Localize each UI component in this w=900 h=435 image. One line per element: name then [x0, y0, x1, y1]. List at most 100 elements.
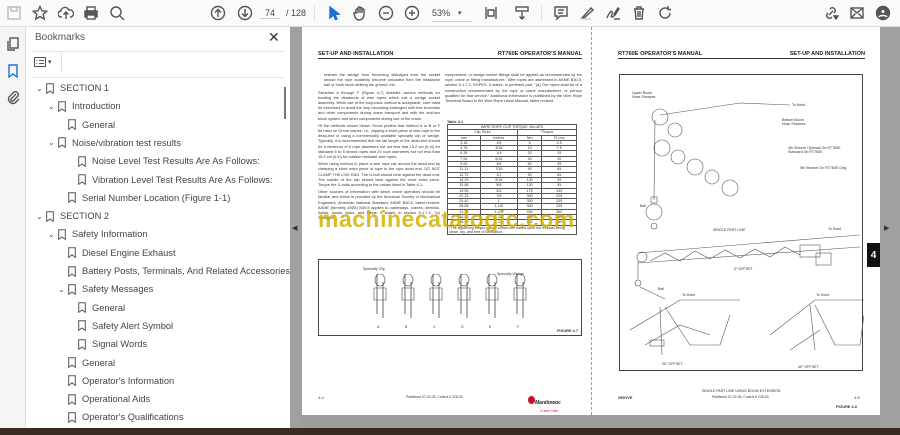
bookmark-icon [68, 265, 76, 277]
bookmark-label: Safety Messages [82, 284, 154, 295]
divider [32, 77, 284, 78]
bookmark-item[interactable]: Signal Words [78, 335, 147, 353]
bookmark-label: Noise Level Test Results Are As Follows: [92, 156, 260, 167]
bookmark-item[interactable]: ⌄ Noise/vibration test results [48, 134, 181, 152]
bookmark-label: General [82, 119, 116, 130]
bookmark-item[interactable]: General [68, 116, 115, 134]
email-icon[interactable] [848, 4, 866, 22]
figure-label: 4th Sheave Optional On RT760E Standard O… [788, 146, 841, 154]
page-number: 4-4 [318, 395, 324, 400]
sketch-B [401, 274, 415, 318]
watermark: machinecatalogic.com [318, 206, 575, 232]
bookmark-icon [58, 229, 66, 240]
page-header: SET-UP AND INSTALLATION RT760E OPERATOR'S… [318, 51, 582, 59]
collapse-panel-arrow-icon[interactable]: ◀ [292, 224, 297, 232]
bookmark-item[interactable]: ⌄ SECTION 2 [36, 207, 109, 225]
document-scroll-area[interactable] [880, 27, 900, 428]
taskbar [0, 428, 900, 435]
save-icon[interactable] [5, 4, 23, 22]
bookmark-label: Safety Alert Symbol [92, 320, 174, 331]
attachments-icon[interactable] [4, 88, 22, 106]
find-icon[interactable] [108, 4, 126, 22]
header-right: SET-UP AND INSTALLATION [789, 51, 865, 57]
delete-icon[interactable] [630, 4, 648, 22]
bookmark-icon [68, 192, 76, 204]
bookmark-item[interactable]: Operator's Qualifications [68, 408, 184, 426]
sign-icon[interactable] [604, 4, 622, 22]
header-right: RT760E OPERATOR'S MANUAL [497, 51, 582, 57]
page-total: / 128 [286, 8, 307, 18]
figure-label: 40° OFFSET [798, 365, 819, 369]
rotate-icon[interactable] [656, 4, 674, 22]
zoom-select[interactable]: 53% ▾ [432, 4, 472, 22]
fit-page-icon[interactable] [482, 4, 500, 22]
divider [314, 6, 315, 21]
zoom-in-icon[interactable] [403, 4, 421, 22]
page-number-input[interactable] [260, 7, 280, 19]
share-link-icon[interactable] [822, 4, 840, 22]
bookmark-item[interactable]: Vibration Level Test Results Are As Foll… [78, 171, 273, 189]
bookmark-icon [68, 357, 76, 368]
next-page-icon[interactable] [236, 4, 254, 22]
bookmark-item[interactable]: ⌄ Safety Information [48, 225, 147, 243]
figure-label: 20° OFFSET [662, 362, 683, 366]
bookmark-item[interactable]: Serial Number Location (Figure 1-1) [68, 189, 230, 207]
bookmark-item[interactable]: Safety Alert Symbol [78, 317, 173, 335]
expand-right-arrow-icon[interactable]: ▶ [884, 224, 889, 232]
page-thumbnails-icon[interactable] [4, 35, 22, 53]
section-tab: 4 [867, 243, 880, 267]
chevron-down-icon: ▾ [48, 59, 52, 66]
figure-caption: FIGURE 4-8 [836, 405, 857, 409]
bookmarks-icon[interactable] [4, 62, 22, 80]
bookmark-item[interactable]: Diesel Engine Exhaust [68, 244, 176, 262]
divider [32, 51, 284, 52]
bookmark-icon [68, 412, 76, 423]
paragraph: When using method A, place a wire rope c… [318, 161, 440, 188]
paragraph: Sketches A through F (Figure 4-7) illust… [318, 89, 440, 121]
sketch-F [513, 274, 527, 318]
chevron-down-icon[interactable]: ⌄ [48, 138, 58, 147]
bookmark-item[interactable]: Battery Posts, Terminals, And Related Ac… [68, 262, 290, 280]
chevron-down-icon[interactable]: ⌄ [58, 285, 68, 294]
chevron-down-icon[interactable]: ⌄ [48, 102, 58, 111]
nav-rail [0, 27, 26, 435]
zoom-out-icon[interactable] [377, 4, 395, 22]
figure-caption: FIGURE 4-7 [557, 329, 578, 333]
bookmark-label: Diesel Engine Exhaust [82, 247, 176, 258]
bookmark-item[interactable]: ⌄ Safety Messages [58, 280, 153, 298]
publish-info: Published 07-02-05, Control # 228-03 [712, 395, 769, 399]
highlight-icon[interactable] [578, 4, 596, 22]
bookmark-item[interactable]: Operational Aids [68, 390, 150, 408]
bookmark-item[interactable]: ⌄ Introduction [48, 97, 121, 115]
bookmark-label: Serial Number Location (Figure 1-1) [82, 192, 231, 203]
bookmarks-scrollbar[interactable] [284, 87, 286, 119]
panel-title: Bookmarks [35, 32, 86, 43]
chevron-down-icon[interactable]: ⌄ [36, 84, 46, 93]
select-cursor-icon[interactable] [325, 4, 343, 22]
figure-label: To Hoist [682, 293, 695, 297]
bookmark-icon [78, 320, 86, 332]
star-icon[interactable] [31, 4, 49, 22]
divider [541, 6, 542, 21]
scroll-mode-icon[interactable] [513, 4, 531, 22]
close-icon[interactable]: ✕ [268, 29, 280, 46]
chevron-down-icon[interactable]: ⌄ [48, 230, 58, 239]
prev-page-icon[interactable] [209, 4, 227, 22]
chevron-down-icon: ▾ [458, 9, 462, 17]
sketch-A [373, 274, 387, 318]
chevron-down-icon[interactable]: ⌄ [36, 212, 46, 221]
sketch-label: E [489, 325, 492, 329]
comment-icon[interactable] [552, 4, 570, 22]
cloud-upload-icon[interactable] [57, 4, 75, 22]
bookmark-item[interactable]: Noise Level Test Results Are As Follows: [78, 152, 260, 170]
bookmark-item[interactable]: General [78, 299, 125, 317]
hand-icon[interactable] [351, 4, 369, 22]
account-icon[interactable] [874, 4, 892, 22]
bookmark-options-button[interactable]: ▾ [34, 53, 62, 71]
bookmark-item[interactable]: General [68, 354, 115, 372]
bookmark-item[interactable]: ⌄ SECTION 1 [36, 79, 109, 97]
bookmark-label: Battery Posts, Terminals, And Related Ac… [82, 266, 291, 276]
print-icon[interactable] [82, 4, 100, 22]
bookmark-item[interactable]: Operator's Information [68, 372, 174, 390]
bookmark-label: SECTION 2 [60, 211, 110, 222]
